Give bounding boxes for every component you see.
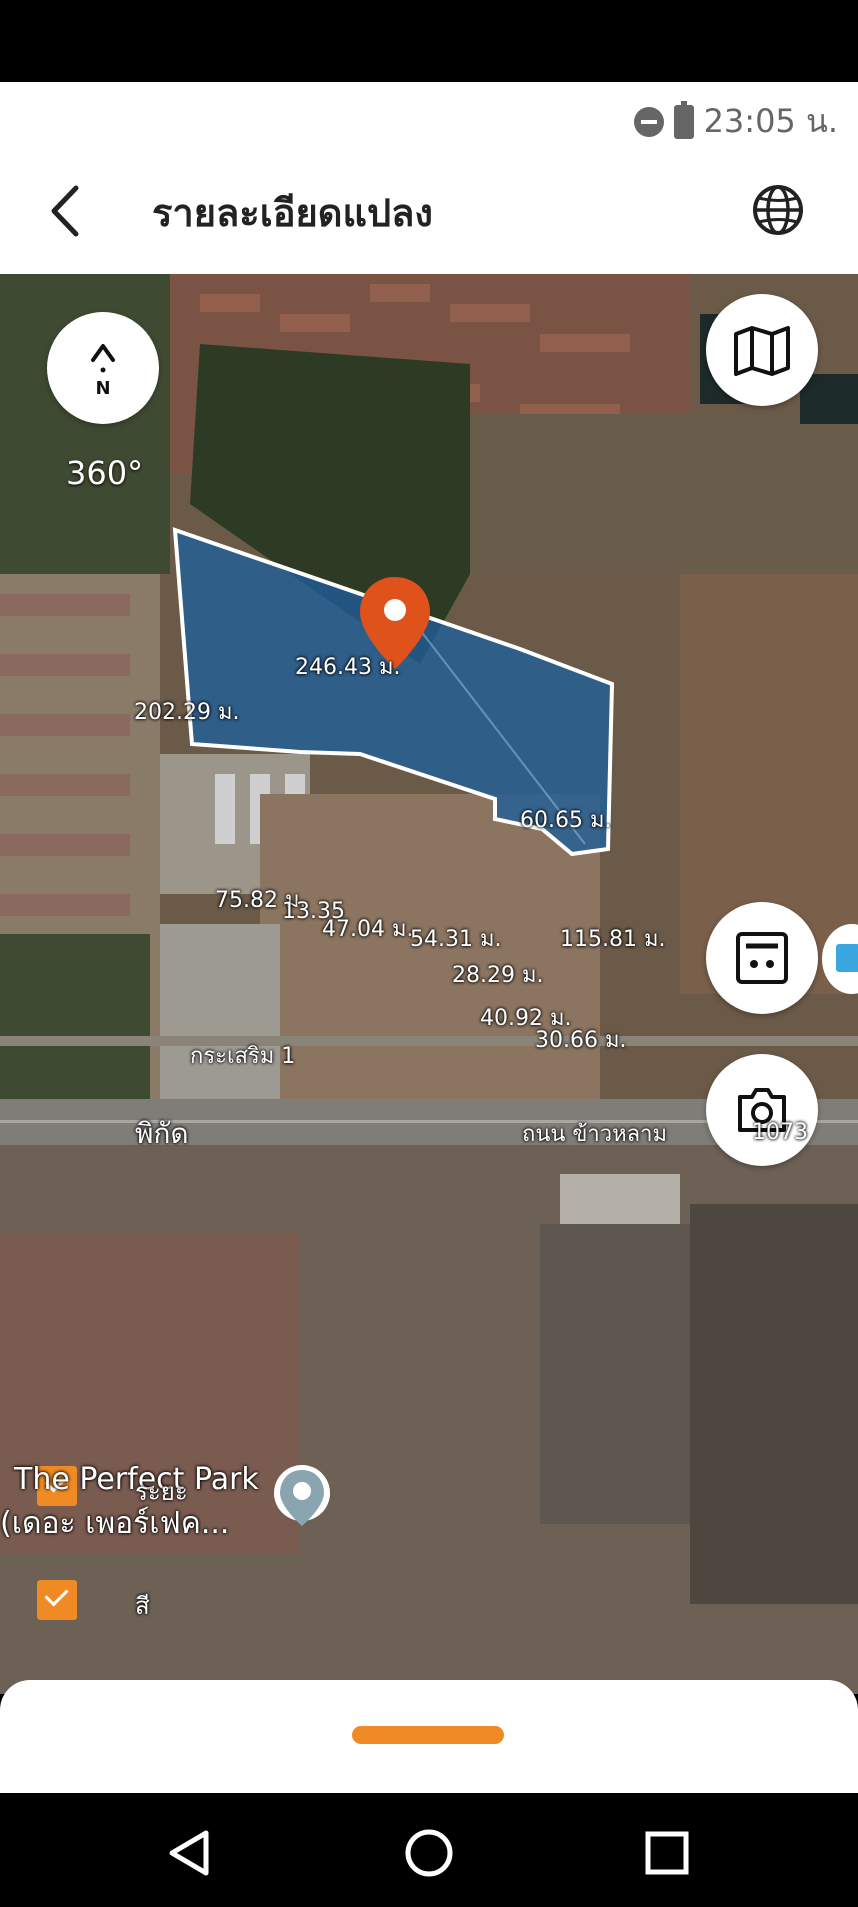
satellite-map[interactable]: N 360° 246.43 ม. 202.29 ม. 60.65 ม. 75.8… — [0, 274, 858, 1694]
dimension-label: 30.66 ม. — [535, 1028, 627, 1053]
square-recents-icon — [645, 1831, 689, 1875]
nav-recents-button[interactable] — [637, 1823, 697, 1883]
nav-back-button[interactable] — [160, 1823, 220, 1883]
page-title: รายละเอียดแปลง — [152, 191, 433, 235]
bottom-sheet[interactable] — [0, 1680, 858, 1793]
poi-label: สี — [135, 1592, 150, 1620]
poi-label: ระยะ — [135, 1478, 188, 1506]
road-label: 1073 — [752, 1120, 808, 1145]
map-type-button[interactable] — [706, 294, 818, 406]
calculator-icon — [736, 932, 788, 984]
dimension-label: 54.31 ม. — [410, 927, 502, 952]
map-icon — [734, 326, 790, 376]
camera-button[interactable] — [706, 1054, 818, 1166]
poi-label: (เดอะ เพอร์เฟค... — [0, 1506, 230, 1541]
back-button[interactable] — [40, 178, 100, 244]
road-label: ถนน ข้าวหลาม — [522, 1122, 667, 1147]
compass-north-icon: N — [91, 344, 115, 398]
dimension-label: 115.81 ม. — [560, 927, 666, 952]
dimension-label: 60.65 ม. — [520, 808, 612, 833]
svg-text:N: N — [95, 378, 110, 398]
chevron-left-icon — [51, 185, 79, 237]
language-button[interactable] — [748, 180, 808, 240]
battery-icon — [673, 100, 694, 139]
clock: 23:05 น. — [703, 102, 838, 140]
app-header: รายละเอียดแปลง — [0, 148, 858, 274]
do-not-disturb-icon — [633, 106, 664, 137]
road-label: พิกัด — [135, 1117, 189, 1150]
camera-cutout-area — [0, 0, 858, 82]
checkbox[interactable] — [37, 1580, 77, 1620]
status-bar: 23:05 น. — [0, 82, 858, 148]
nav-home-button[interactable] — [399, 1823, 459, 1883]
system-nav-bar — [0, 1793, 858, 1907]
dimension-label: 28.29 ม. — [452, 963, 544, 988]
globe-icon — [753, 185, 803, 235]
circle-home-icon — [405, 1829, 453, 1877]
heading-readout: 360° — [66, 454, 144, 492]
calculator-button[interactable] — [706, 902, 818, 1014]
dimension-label: 47.04 ม. — [322, 917, 414, 942]
compass-button[interactable]: N — [47, 312, 159, 424]
road-label: กระเสริม 1 — [190, 1044, 296, 1069]
sheet-drag-handle[interactable] — [352, 1726, 504, 1744]
dimension-label: 246.43 ม. — [295, 655, 401, 680]
triangle-back-icon — [169, 1830, 209, 1876]
dimension-label: 202.29 ม. — [134, 700, 240, 725]
